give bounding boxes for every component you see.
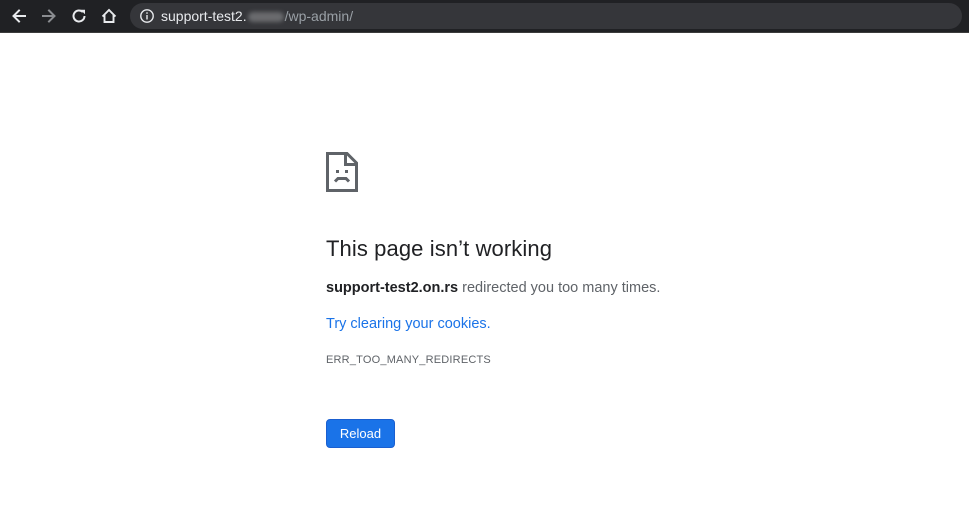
info-icon[interactable]: [139, 8, 155, 24]
address-url[interactable]: support-test2. /wp-admin/: [161, 3, 353, 29]
back-button[interactable]: [8, 5, 30, 27]
reload-browser-button[interactable]: [68, 5, 90, 27]
error-host: support-test2.on.rs: [326, 280, 459, 296]
error-code: ERR_TOO_MANY_REDIRECTS: [326, 354, 491, 366]
redacted-domain: [247, 12, 284, 23]
url-path: /wp-admin/: [284, 8, 354, 24]
browser-toolbar: support-test2. /wp-admin/: [0, 0, 969, 33]
suggestion: Try clearing your cookies.: [326, 316, 491, 332]
sad-page-icon: [326, 152, 358, 192]
clear-cookies-link[interactable]: Try clearing your cookies: [326, 316, 487, 332]
reload-icon: [72, 9, 86, 23]
arrow-left-icon: [12, 9, 26, 23]
address-bar[interactable]: support-test2. /wp-admin/: [130, 3, 962, 29]
suggestion-period: .: [486, 316, 491, 332]
arrow-right-icon: [42, 9, 56, 23]
page-title: This page isn’t working: [326, 236, 553, 261]
reload-button[interactable]: Reload: [326, 419, 395, 448]
url-host: support-test2.: [161, 8, 247, 24]
home-icon: [101, 8, 117, 23]
forward-button[interactable]: [38, 5, 60, 27]
home-button[interactable]: [98, 5, 120, 27]
error-description: redirected you too many times.: [458, 280, 661, 296]
error-message: support-test2.on.rs redirected you too m…: [326, 280, 660, 296]
